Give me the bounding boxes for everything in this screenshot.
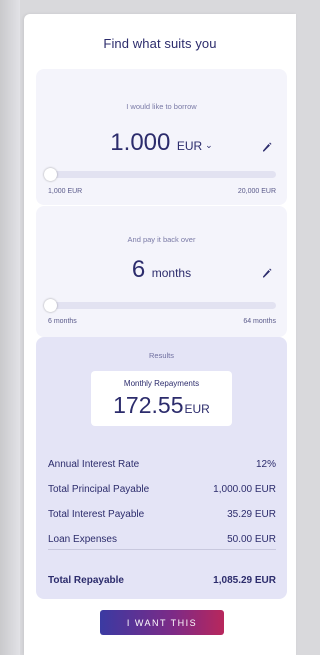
result-row-value: 35.29 EUR	[227, 509, 276, 520]
result-row: Annual Interest Rate 12%	[48, 459, 276, 470]
monthly-currency: EUR	[184, 402, 210, 416]
i-want-this-button[interactable]: I WANT THIS	[100, 610, 224, 635]
borrow-range-max: 20,000 EUR	[237, 188, 276, 195]
monthly-repayment-box: Monthly Repayments 172.55EUR	[91, 371, 232, 426]
borrow-slider-track[interactable]	[48, 171, 276, 178]
borrow-label: I would like to borrow	[126, 102, 197, 111]
borrow-panel: I would like to borrow 1.000 EUR ⌄ 1,000 …	[36, 69, 287, 205]
total-value: 1,085.29 EUR	[213, 575, 276, 586]
currency-label: EUR	[176, 139, 203, 153]
payback-slider-track[interactable]	[48, 302, 276, 309]
payback-label: And pay it back over	[127, 235, 196, 244]
loan-calculator-card: Find what suits you I would like to borr…	[24, 14, 296, 655]
chevron-down-icon[interactable]: ⌄	[205, 140, 213, 151]
monthly-repayment-label: Monthly Repayments	[123, 379, 200, 388]
pencil-icon[interactable]	[261, 267, 273, 279]
result-row: Total Principal Payable 1,000.00 EUR	[48, 484, 276, 495]
result-row-label: Total Principal Payable	[48, 484, 150, 495]
total-row: Total Repayable 1,085.29 EUR	[48, 575, 276, 586]
payback-slider-thumb[interactable]	[44, 299, 57, 312]
result-row-value: 12%	[255, 459, 276, 470]
result-row: Loan Expenses 50.00 EUR	[48, 534, 276, 545]
payback-duration-display: 6 months	[36, 256, 287, 284]
borrow-slider-thumb[interactable]	[44, 168, 57, 181]
result-row-label: Total Interest Payable	[48, 509, 145, 520]
result-row-label: Loan Expenses	[48, 534, 117, 545]
payback-duration: 6	[131, 256, 146, 283]
borrow-amount: 1.000	[110, 129, 171, 156]
background-shade	[0, 0, 20, 655]
payback-unit: months	[151, 266, 192, 280]
monthly-amount: 172.55	[113, 392, 184, 418]
pencil-icon[interactable]	[261, 141, 273, 153]
payback-range-min: 6 months	[48, 318, 77, 325]
payback-panel: And pay it back over 6 months 6 months 6…	[36, 206, 287, 337]
borrow-amount-display: 1.000 EUR ⌄	[36, 129, 287, 157]
result-row-value: 1,000.00 EUR	[213, 484, 276, 495]
result-row: Total Interest Payable 35.29 EUR	[48, 509, 276, 520]
result-row-label: Annual Interest Rate	[48, 459, 140, 470]
borrow-range-min: 1,000 EUR	[48, 188, 83, 195]
result-row-value: 50.00 EUR	[227, 534, 276, 545]
monthly-repayment-value: 172.55EUR	[91, 392, 232, 419]
currency-select[interactable]: EUR ⌄	[177, 139, 213, 153]
results-label: Results	[148, 351, 174, 360]
page-title: Find what suits you	[103, 36, 217, 51]
results-divider	[48, 549, 276, 550]
payback-range-max: 64 months	[243, 318, 276, 325]
total-label: Total Repayable	[48, 575, 124, 586]
results-panel: Results Monthly Repayments 172.55EUR Ann…	[36, 337, 287, 599]
